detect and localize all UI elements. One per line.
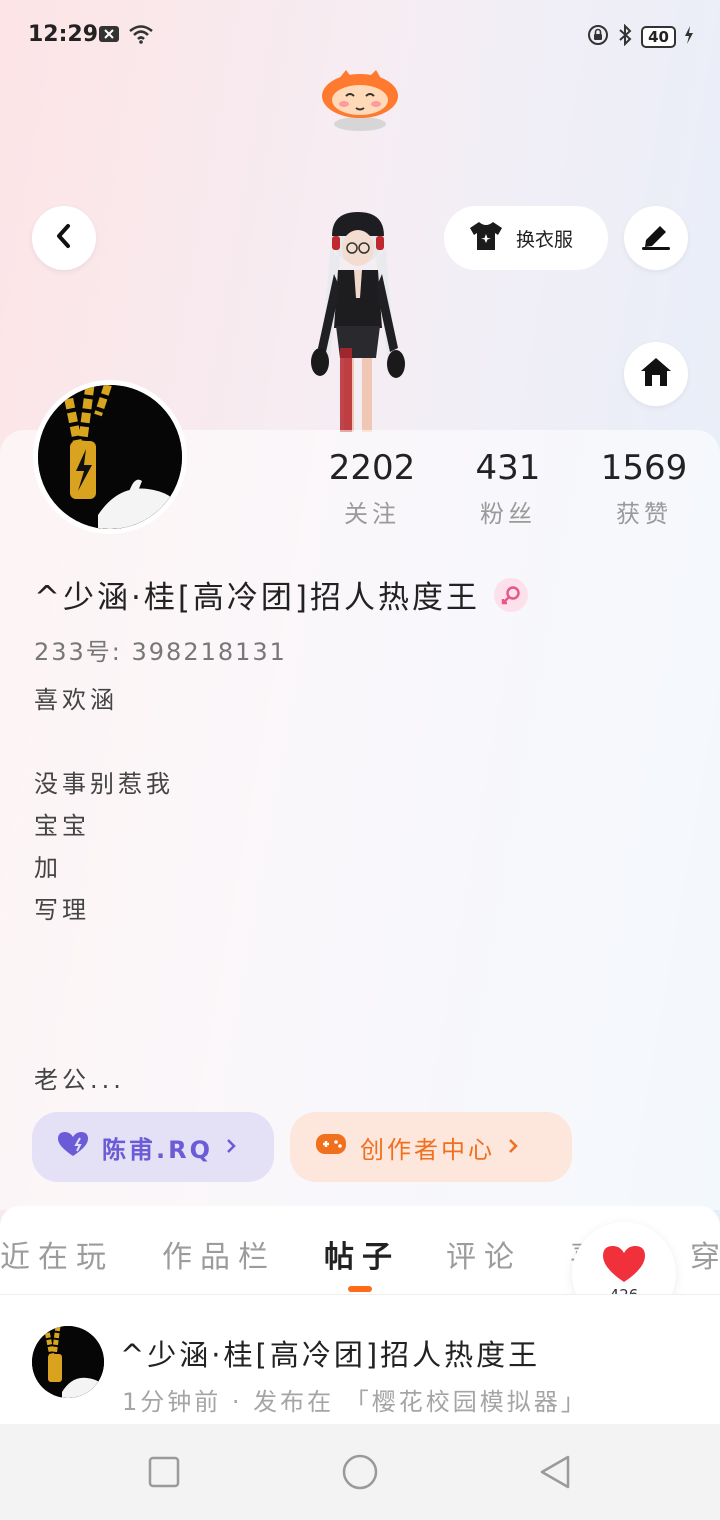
gamepad-icon — [314, 1130, 348, 1164]
notification-x-icon — [98, 25, 120, 47]
stat-following[interactable]: 2202 关注 — [312, 448, 432, 529]
bio-line: 加 — [34, 854, 62, 882]
post-author-name[interactable]: ^少涵·桂[高冷团]招人热度王 — [120, 1332, 540, 1374]
guild-chip[interactable]: 陈甫.RQ — [32, 1112, 274, 1182]
stat-following-value: 2202 — [328, 448, 416, 488]
stat-followers-value: 431 — [475, 448, 541, 488]
bio-more[interactable]: 老公... — [34, 1060, 125, 1095]
stat-likes[interactable]: 1569 获赞 — [584, 448, 704, 529]
profile-name: ^少涵·桂[高冷团]招人热度王 — [34, 580, 481, 616]
profile-avatar[interactable] — [33, 380, 187, 534]
profile-name-row: ^少涵·桂[高冷团]招人热度王 — [34, 572, 529, 617]
profile-id: 233号: 398218131 — [34, 638, 287, 666]
chevron-left-icon — [53, 223, 75, 253]
post-author-avatar[interactable] — [32, 1326, 104, 1398]
guild-label: 陈甫.RQ — [102, 1135, 213, 1164]
change-outfit-button[interactable]: 换衣服 — [444, 206, 608, 270]
change-outfit-label: 换衣服 — [516, 228, 574, 251]
chevron-right-icon — [225, 1133, 237, 1161]
tab-comments[interactable]: 评论 — [446, 1232, 522, 1276]
battery-level: 40 — [641, 26, 676, 48]
wifi-icon — [128, 24, 154, 48]
creator-center-chip[interactable]: 创作者中心 — [290, 1112, 572, 1182]
status-left-icons — [98, 24, 154, 48]
charging-icon — [684, 26, 694, 48]
bluetooth-icon — [617, 23, 633, 50]
mascot-logo — [318, 68, 402, 134]
tab-outfits[interactable]: 穿 — [690, 1232, 720, 1276]
home-nav-button[interactable] — [341, 1453, 379, 1495]
stat-followers[interactable]: 431 粉丝 — [448, 448, 568, 529]
chevron-right-icon — [507, 1133, 519, 1161]
active-tab-indicator — [348, 1286, 372, 1292]
bio-line: 喜欢涵 — [34, 686, 118, 714]
tab-posts[interactable]: 帖子 — [324, 1232, 400, 1276]
status-right-icons: 40 — [587, 23, 694, 50]
back-button[interactable] — [32, 206, 96, 270]
home-icon — [639, 356, 673, 392]
stat-likes-label: 获赞 — [616, 500, 672, 528]
bio-line: 没事别惹我 — [34, 770, 174, 798]
female-icon — [494, 577, 529, 612]
bio-line: 宝宝 — [34, 812, 90, 840]
status-time: 12:29 — [28, 22, 99, 47]
post-meta: 1分钟前 · 发布在 「樱花校园模拟器」 — [122, 1388, 588, 1416]
stat-following-label: 关注 — [344, 500, 400, 528]
system-nav-bar — [0, 1424, 720, 1520]
lock-rotation-icon — [587, 24, 609, 50]
home-button[interactable] — [624, 342, 688, 406]
pen-icon — [640, 222, 672, 254]
back-nav-button[interactable] — [538, 1454, 572, 1494]
bio-line: 写理 — [34, 896, 90, 924]
stat-followers-label: 粉丝 — [480, 500, 536, 528]
character-avatar-figure[interactable] — [296, 208, 420, 432]
tab-recently-played[interactable]: 近在玩 — [0, 1232, 114, 1276]
tab-works[interactable]: 作品栏 — [162, 1232, 276, 1276]
heart-icon — [56, 1130, 90, 1164]
stat-likes-value: 1569 — [600, 448, 688, 488]
tshirt-icon — [468, 220, 504, 257]
heart-icon — [601, 1244, 647, 1288]
recent-apps-button[interactable] — [148, 1456, 180, 1492]
edit-profile-button[interactable] — [624, 206, 688, 270]
creator-center-label: 创作者中心 — [360, 1135, 495, 1164]
